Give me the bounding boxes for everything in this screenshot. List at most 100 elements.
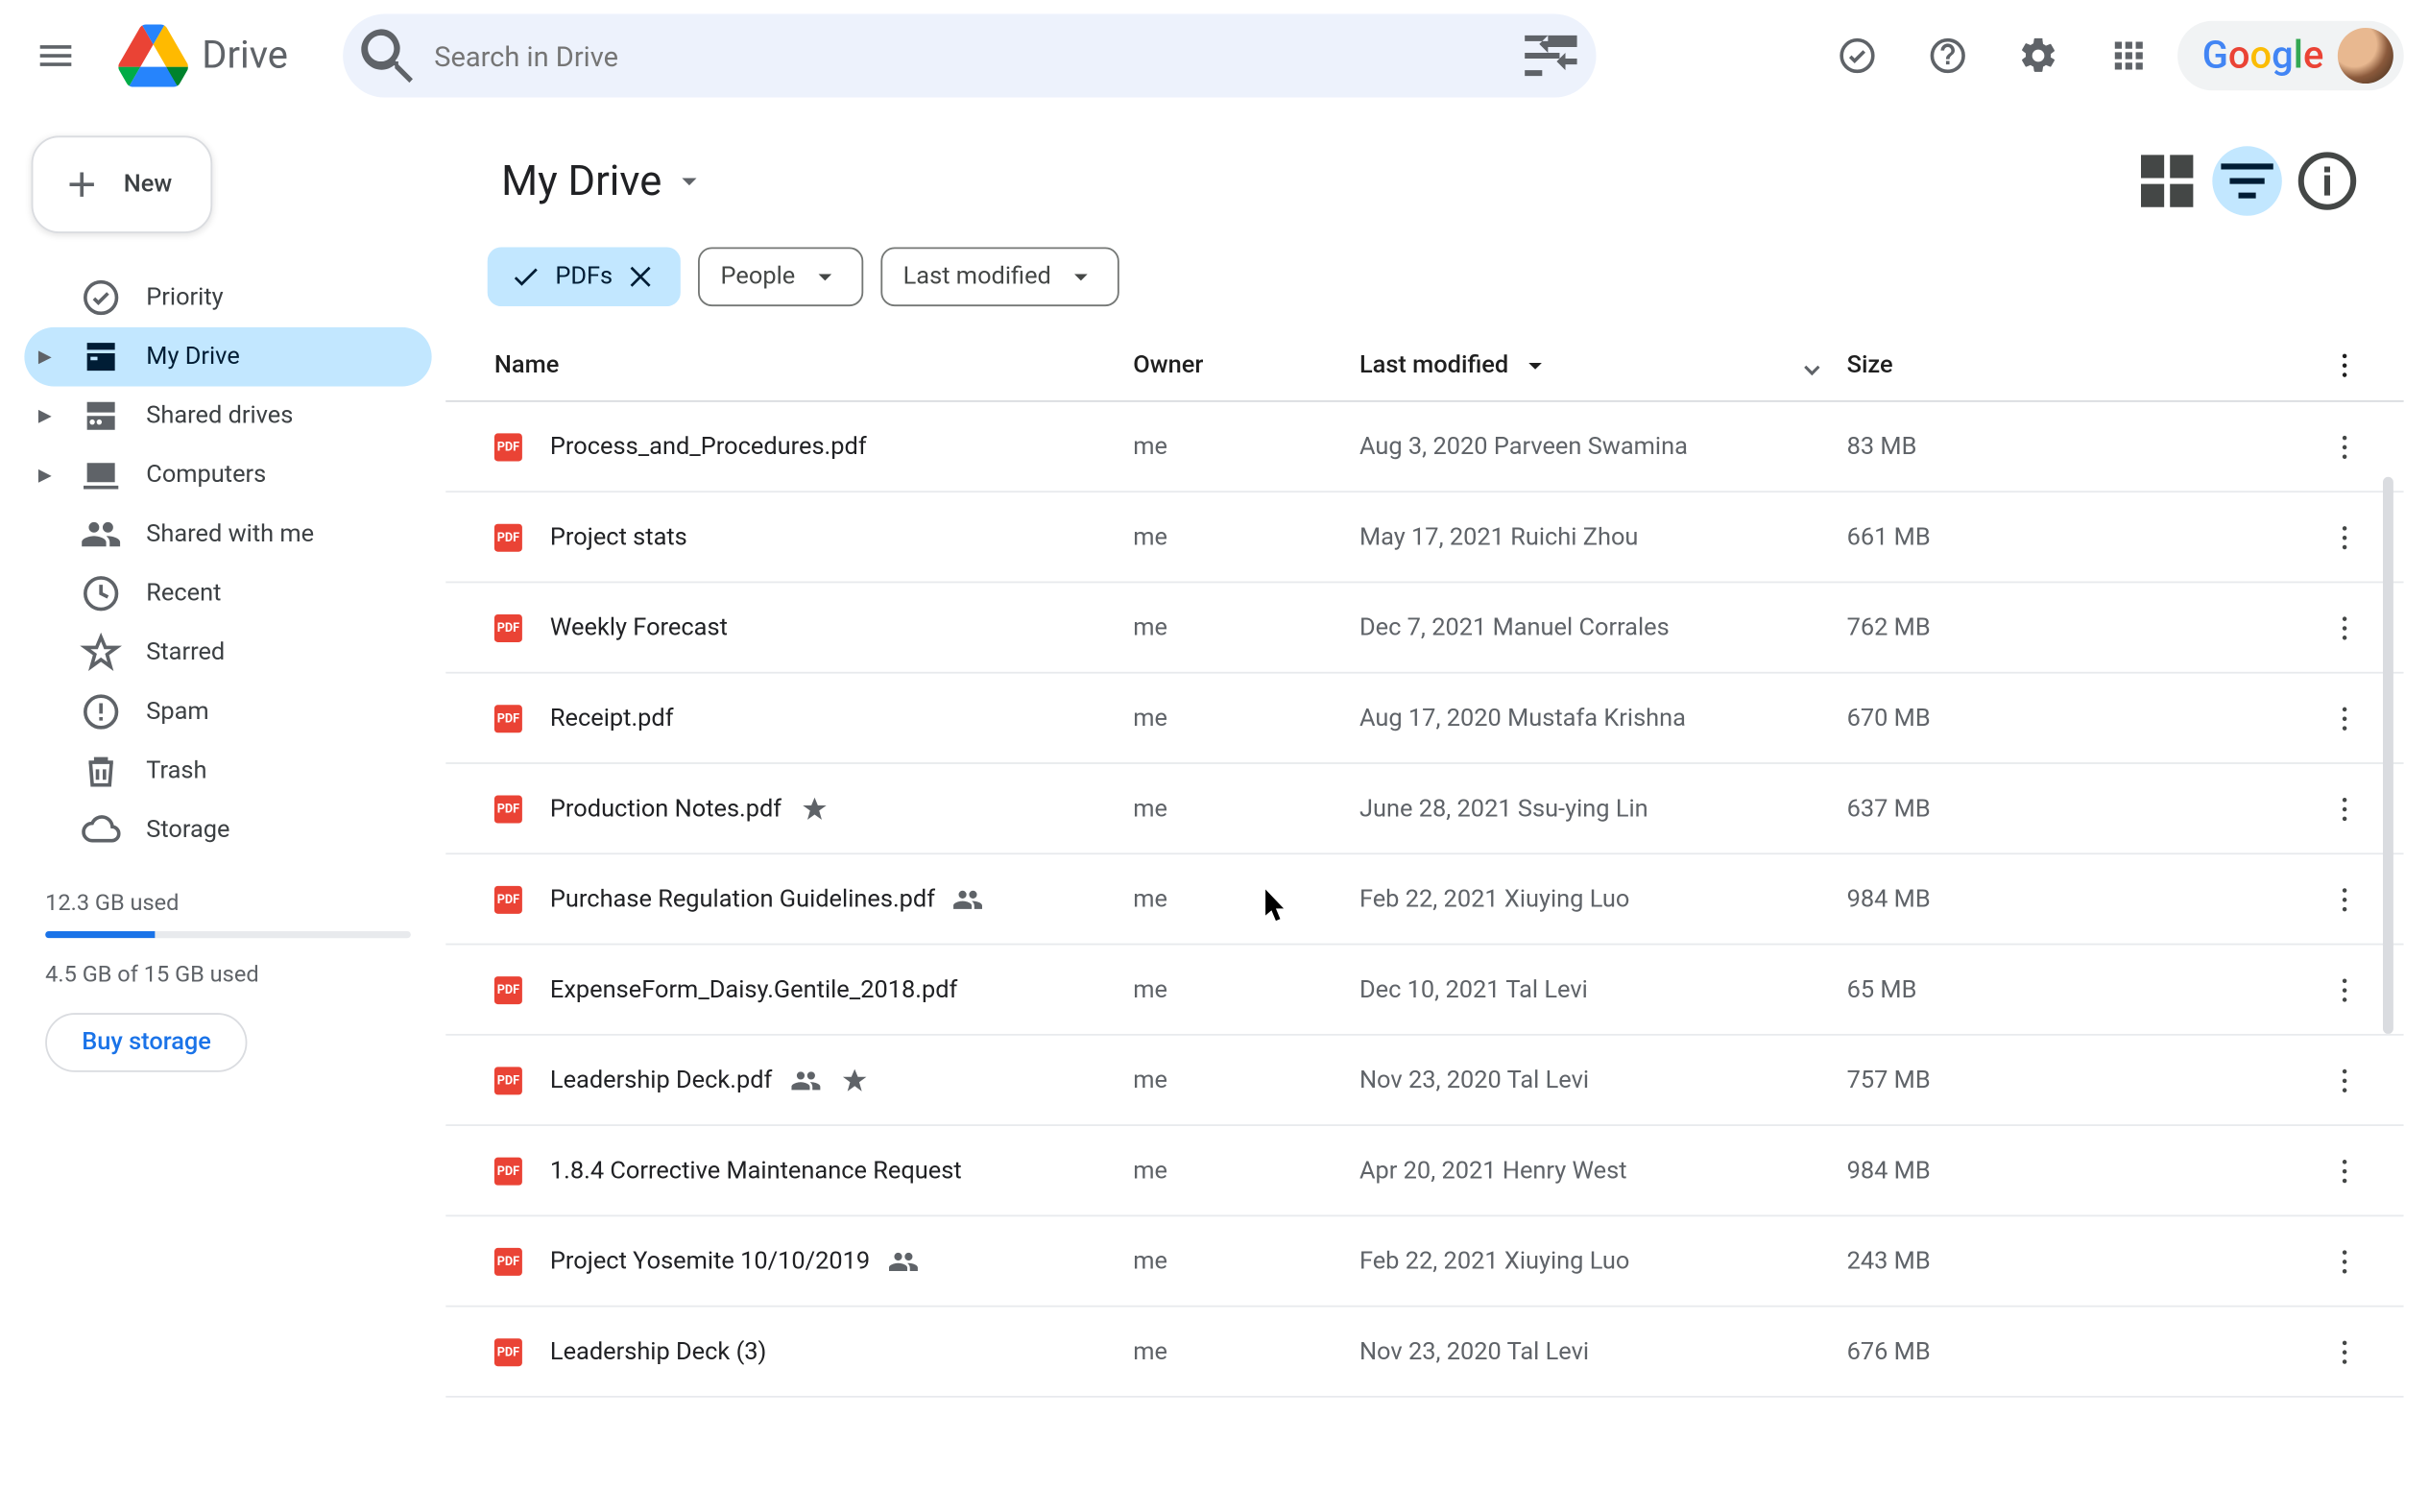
filter-toggle-button[interactable] [2212, 146, 2282, 216]
nav-label: Recent [146, 580, 221, 608]
nav-shared-with-me[interactable]: ▶ Shared with me [24, 505, 431, 564]
chip-type-pdfs[interactable]: PDFs [488, 247, 681, 306]
account-chooser[interactable]: Google [2177, 21, 2403, 91]
file-name: Project Yosemite 10/10/2019 [550, 1245, 1133, 1277]
nav-my-drive[interactable]: ▶ My Drive [24, 327, 431, 387]
filter-chips: PDFs People Last modified [445, 237, 2404, 331]
expand-icon[interactable]: ▶ [38, 406, 56, 425]
col-last-modified[interactable]: Last modified [1359, 349, 1777, 381]
row-more-button[interactable] [2265, 519, 2363, 554]
table-row[interactable]: PDFReceipt.pdfmeAug 17, 2020 Mustafa Kri… [445, 674, 2404, 764]
table-row[interactable]: PDFLeadership Deck (3)meNov 23, 2020 Tal… [445, 1308, 2404, 1398]
file-modified: Apr 20, 2021 Henry West [1359, 1157, 1847, 1185]
row-more-button[interactable] [2265, 1243, 2363, 1278]
chip-last-modified[interactable]: Last modified [880, 247, 1119, 306]
file-owner: me [1133, 433, 1359, 461]
support-button[interactable] [1906, 14, 1989, 98]
table-row[interactable]: PDFLeadership Deck.pdfmeNov 23, 2020 Tal… [445, 1036, 2404, 1126]
file-name: ExpenseForm_Daisy.Gentile_2018.pdf [550, 975, 1133, 1003]
more-vert-icon [2327, 519, 2362, 554]
scrollbar[interactable] [2383, 477, 2393, 1034]
table-row[interactable]: PDF1.8.4 Corrective Maintenance Requestm… [445, 1126, 2404, 1216]
settings-button[interactable] [1997, 14, 2080, 98]
row-more-button[interactable] [2265, 701, 2363, 735]
table-row[interactable]: PDFWeekly ForecastmeDec 7, 2021 Manuel C… [445, 583, 2404, 673]
file-size: 637 MB [1847, 795, 2265, 823]
row-more-button[interactable] [2265, 881, 2363, 916]
row-more-button[interactable] [2265, 429, 2363, 464]
layout-toggle-button[interactable] [2132, 146, 2202, 216]
row-more-button[interactable] [2265, 1153, 2363, 1188]
row-more-button[interactable] [2265, 610, 2363, 644]
nav-recent[interactable]: ▶ Recent [24, 564, 431, 623]
row-more-button[interactable] [2265, 1334, 2363, 1369]
row-more-button[interactable] [2265, 972, 2363, 1007]
file-modified: Aug 17, 2020 Mustafa Krishna [1359, 704, 1847, 732]
apps-grid-icon [2108, 35, 2151, 77]
col-size[interactable]: Size [1847, 351, 2265, 379]
new-button[interactable]: New [32, 135, 212, 233]
table-row[interactable]: PDFProcess_and_Procedures.pdfmeAug 3, 20… [445, 402, 2404, 492]
table-row[interactable]: PDFProject statsmeMay 17, 2021 Ruichi Zh… [445, 492, 2404, 583]
chip-label: People [721, 263, 796, 291]
file-modified: Feb 22, 2021 Xiuying Luo [1359, 885, 1847, 913]
row-more-button[interactable] [2265, 791, 2363, 826]
more-vert-icon [2327, 1243, 2362, 1278]
header-more-button[interactable] [2265, 348, 2363, 383]
buy-storage-button[interactable]: Buy storage [45, 1013, 248, 1072]
offline-ready-button[interactable] [1816, 14, 1899, 98]
main-menu-button[interactable] [14, 14, 98, 98]
nav-label: Shared drives [146, 402, 293, 430]
apps-button[interactable] [2087, 14, 2171, 98]
more-vert-icon [2327, 1334, 2362, 1369]
table-row[interactable]: PDFProduction Notes.pdfmeJune 28, 2021 S… [445, 764, 2404, 854]
spam-icon [80, 691, 122, 733]
search-bar [344, 14, 1597, 98]
nav-label: Priority [146, 284, 223, 312]
file-modified: June 28, 2021 Ssu-ying Lin [1359, 795, 1847, 823]
table-row[interactable]: PDFPurchase Regulation Guidelines.pdfmeF… [445, 854, 2404, 945]
my-drive-icon [80, 336, 122, 378]
search-input[interactable] [434, 39, 1506, 72]
search-button[interactable] [354, 21, 424, 91]
expand-icon[interactable]: ▶ [38, 348, 56, 367]
tune-icon [1517, 21, 1587, 91]
breadcrumb-my-drive[interactable]: My Drive [488, 150, 721, 212]
drive-logo[interactable]: Drive [111, 21, 329, 91]
avatar [2338, 28, 2393, 84]
file-modified: Nov 23, 2020 Tal Levi [1359, 1066, 1847, 1093]
pdf-icon: PDF [494, 523, 522, 551]
storage-widget: 12.3 GB used 4.5 GB of 15 GB used Buy st… [24, 877, 431, 1072]
row-more-button[interactable] [2265, 1063, 2363, 1097]
nav-storage[interactable]: ▶ Storage [24, 801, 431, 860]
details-toggle-button[interactable] [2293, 146, 2363, 216]
chip-label: Last modified [903, 263, 1051, 291]
sort-direction[interactable] [1777, 348, 1847, 383]
nav-label: My Drive [146, 343, 240, 371]
clear-chip-button[interactable] [627, 261, 659, 293]
chip-people[interactable]: People [698, 247, 863, 306]
laptop-icon [80, 454, 122, 496]
search-options-button[interactable] [1517, 21, 1587, 91]
app-name: Drive [202, 34, 288, 77]
chevron-down-icon [1519, 349, 1551, 381]
table-row[interactable]: PDFExpenseForm_Daisy.Gentile_2018.pdfmeD… [445, 945, 2404, 1035]
nav-trash[interactable]: ▶ Trash [24, 741, 431, 801]
expand-icon[interactable]: ▶ [38, 466, 56, 485]
nav-starred[interactable]: ▶ Starred [24, 623, 431, 683]
col-owner[interactable]: Owner [1133, 351, 1359, 379]
file-name: Process_and_Procedures.pdf [550, 433, 1133, 461]
nav-computers[interactable]: ▶ Computers [24, 445, 431, 505]
storage-bar [45, 931, 411, 938]
nav-priority[interactable]: ▶ Priority [24, 268, 431, 327]
pdf-icon: PDF [494, 885, 522, 913]
check-circle-icon [1837, 35, 1879, 77]
pdf-icon: PDF [494, 1247, 522, 1275]
shared-drives-icon [80, 396, 122, 438]
table-header: Name Owner Last modified Size [445, 330, 2404, 401]
check-icon [510, 261, 541, 293]
nav-spam[interactable]: ▶ Spam [24, 683, 431, 742]
nav-shared-drives[interactable]: ▶ Shared drives [24, 386, 431, 445]
col-name[interactable]: Name [488, 351, 1134, 379]
table-row[interactable]: PDFProject Yosemite 10/10/2019meFeb 22, … [445, 1216, 2404, 1307]
